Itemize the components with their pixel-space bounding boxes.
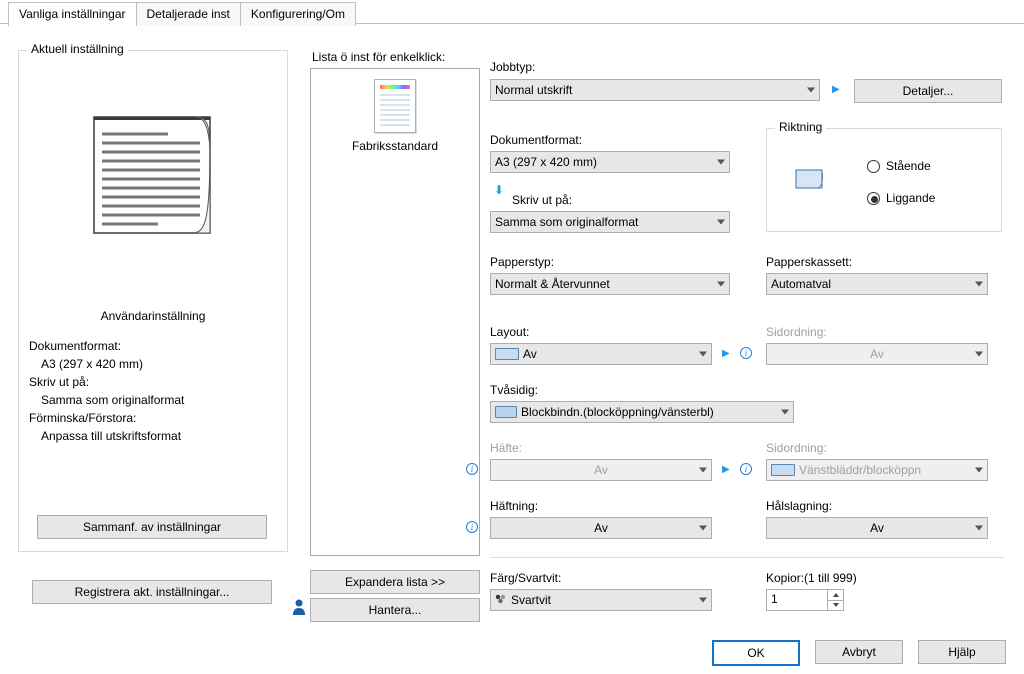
summary-printon-value: Samma som originalformat [29, 391, 277, 409]
info-icon[interactable]: i [740, 347, 752, 359]
bw-icon [495, 593, 507, 607]
duplex-label: Tvåsidig: [490, 383, 538, 397]
divider [490, 557, 1004, 558]
page-preview-icon [88, 109, 218, 243]
staple-label: Häftning: [490, 499, 538, 513]
tab-detailed-settings[interactable]: Detaljerade inst [136, 2, 241, 26]
docformat-value: A3 (297 x 420 mm) [495, 155, 597, 169]
papertray-label: Papperskassett: [766, 255, 852, 269]
papertray-select[interactable]: Automatval [766, 273, 988, 295]
booklet-select: Av [490, 459, 712, 481]
ok-button[interactable]: OK [712, 640, 800, 666]
list-item-factory-standard[interactable]: Fabriksstandard [311, 79, 479, 153]
printon-value: Samma som originalformat [495, 215, 638, 229]
orientation-legend: Riktning [775, 120, 826, 134]
docformat-select[interactable]: A3 (297 x 420 mm) [490, 151, 730, 173]
copies-input[interactable]: 1 [766, 589, 844, 611]
pageorder2-value: Vänstbläddr/blocköppn [799, 463, 921, 477]
punch-select[interactable]: Av [766, 517, 988, 539]
pageorder-value: Av [870, 347, 884, 361]
jobtype-label: Jobbtyp: [490, 60, 535, 74]
duplex-value: Blockbindn.(blocköppning/vänsterbl) [521, 405, 714, 419]
arrow-right-icon: ▶ [722, 464, 730, 475]
summary-scale-value: Anpassa till utskriftsformat [29, 427, 277, 445]
user-icon [292, 598, 306, 616]
arrow-down-icon: ⬇ [494, 183, 504, 197]
help-button[interactable]: Hjälp [918, 640, 1006, 664]
papertype-value: Normalt & Återvunnet [495, 277, 610, 291]
printon-select[interactable]: Samma som originalformat [490, 211, 730, 233]
copies-spinner[interactable] [827, 590, 843, 610]
punch-label: Hålslagning: [766, 499, 832, 513]
printon-label: Skriv ut på: [512, 193, 572, 207]
staple-select[interactable]: Av [490, 517, 712, 539]
oneclick-listbox[interactable]: Fabriksstandard [310, 68, 480, 556]
orientation-portrait-radio[interactable]: Stående [867, 159, 931, 173]
summary-scale-label: Förminska/Förstora: [29, 409, 277, 427]
info-icon[interactable]: i [740, 463, 752, 475]
booklet-value: Av [594, 463, 608, 477]
settings-summary: Dokumentformat: A3 (297 x 420 mm) Skriv … [29, 337, 277, 445]
layout-value: Av [523, 347, 537, 361]
tab-config-about[interactable]: Konfigurering/Om [240, 2, 356, 26]
color-value: Svartvit [511, 593, 551, 607]
pageorder2-icon [771, 464, 795, 476]
arrow-right-icon: ▶ [832, 84, 840, 95]
orientation-landscape-label: Liggande [886, 191, 935, 205]
document-icon [374, 79, 416, 133]
current-setting-legend: Aktuell inställning [27, 42, 128, 56]
docformat-label: Dokumentformat: [490, 133, 582, 147]
tab-common-settings[interactable]: Vanliga inställningar [8, 2, 137, 26]
list-item-label: Fabriksstandard [311, 139, 479, 153]
pageorder2-label: Sidordning: [766, 441, 827, 455]
cancel-button[interactable]: Avbryt [815, 640, 903, 664]
summary-button[interactable]: Sammanf. av inställningar [37, 515, 267, 539]
orientation-landscape-radio[interactable]: Liggande [867, 191, 935, 205]
papertype-select[interactable]: Normalt & Återvunnet [490, 273, 730, 295]
duplex-icon [495, 406, 517, 418]
summary-docformat-value: A3 (297 x 420 mm) [29, 355, 277, 373]
spin-up-button[interactable] [828, 590, 843, 601]
duplex-select[interactable]: Blockbindn.(blocköppning/vänsterbl) [490, 401, 794, 423]
orientation-group: Riktning Stående Liggande [766, 128, 1002, 232]
jobtype-value: Normal utskrift [495, 83, 572, 97]
punch-value: Av [870, 521, 884, 535]
register-settings-button[interactable]: Registrera akt. inställningar... [32, 580, 272, 604]
pageorder-select: Av [766, 343, 988, 365]
details-button[interactable]: Detaljer... [854, 79, 1002, 103]
info-icon[interactable]: i [466, 463, 478, 475]
jobtype-select[interactable]: Normal utskrift [490, 79, 820, 101]
spin-down-button[interactable] [828, 601, 843, 611]
layout-icon [495, 348, 519, 360]
papertype-label: Papperstyp: [490, 255, 554, 269]
current-setting-group: Aktuell inställning Användarinställning … [18, 50, 288, 552]
expand-list-button[interactable]: Expandera lista >> [310, 570, 480, 594]
booklet-label: Häfte: [490, 441, 522, 455]
summary-printon-label: Skriv ut på: [29, 373, 277, 391]
arrow-right-icon: ▶ [722, 348, 730, 359]
user-settings-title: Användarinställning [19, 309, 287, 323]
copies-value: 1 [767, 590, 827, 610]
staple-value: Av [594, 521, 608, 535]
layout-select[interactable]: Av [490, 343, 712, 365]
landscape-page-icon [795, 167, 825, 194]
orientation-portrait-label: Stående [886, 159, 931, 173]
summary-docformat-label: Dokumentformat: [29, 337, 277, 355]
color-label: Färg/Svartvit: [490, 571, 561, 585]
pageorder2-select: Vänstbläddr/blocköppn [766, 459, 988, 481]
oneclick-list-label: Lista ö inst för enkelklick: [312, 50, 445, 64]
manage-button[interactable]: Hantera... [310, 598, 480, 622]
copies-label: Kopior:(1 till 999) [766, 571, 857, 585]
layout-label: Layout: [490, 325, 529, 339]
papertray-value: Automatval [771, 277, 831, 291]
tab-bar: Vanliga inställningar Detaljerade inst K… [8, 2, 355, 26]
color-select[interactable]: Svartvit [490, 589, 712, 611]
info-icon[interactable]: i [466, 521, 478, 533]
pageorder-label: Sidordning: [766, 325, 827, 339]
